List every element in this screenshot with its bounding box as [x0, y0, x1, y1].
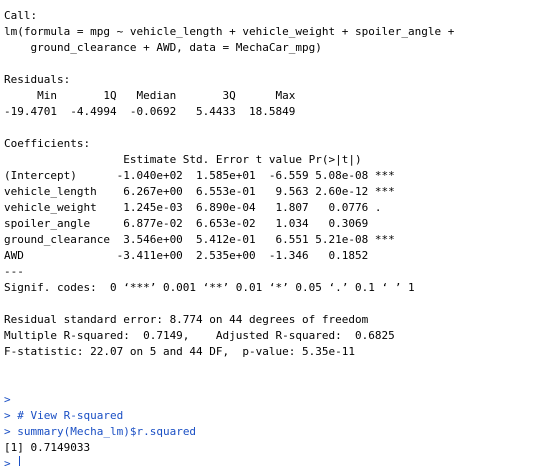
prompt-symbol: >: [4, 409, 18, 422]
separator: ---: [4, 265, 24, 278]
prompt-symbol: >: [4, 393, 11, 406]
residuals-values: -19.4701 -4.4994 -0.0692 5.4433 18.5849: [4, 105, 303, 118]
residual-standard-error: Residual standard error: 8.774 on 44 deg…: [4, 313, 369, 326]
prompt-summary: > summary(Mecha_lm)$r.squared: [4, 424, 556, 440]
signif-codes: Signif. codes: 0 ‘***’ 0.001 ‘**’ 0.01 ‘…: [4, 281, 415, 294]
comment-command: # View R-squared: [17, 409, 124, 422]
text-cursor: [19, 456, 21, 466]
coef-row-intercept: (Intercept) -1.040e+02 1.585e+01 -6.559 …: [4, 169, 395, 182]
prompt-symbol: >: [4, 457, 18, 466]
prompt-symbol: >: [4, 425, 18, 438]
call-line-1: lm(formula = mpg ~ vehicle_length + vehi…: [4, 25, 455, 38]
prompt-empty: >: [4, 392, 556, 408]
coef-row-awd: AWD -3.411e+00 2.535e+00 -1.346 0.1852: [4, 249, 395, 262]
r-squared-result: [1] 0.7149033: [4, 441, 91, 454]
call-line-2: ground_clearance + AWD, data = MechaCar_…: [4, 41, 322, 54]
coef-row-vehicle-weight: vehicle_weight 1.245e-03 6.890e-04 1.807…: [4, 201, 395, 214]
coef-row-spoiler-angle: spoiler_angle 6.877e-02 6.653e-02 1.034 …: [4, 217, 395, 230]
prompt-comment: > # View R-squared: [4, 408, 556, 424]
call-header: Call:: [4, 9, 38, 22]
r-console[interactable]: Call: lm(formula = mpg ~ vehicle_length …: [0, 0, 556, 466]
coef-row-vehicle-length: vehicle_length 6.267e+00 6.553e-01 9.563…: [4, 185, 395, 198]
residuals-columns: Min 1Q Median 3Q Max: [4, 89, 303, 102]
f-statistic-line: F-statistic: 22.07 on 5 and 44 DF, p-val…: [4, 345, 355, 358]
summary-command: summary(Mecha_lm)$r.squared: [17, 425, 197, 438]
coefficients-header: Coefficients:: [4, 137, 91, 150]
coef-row-ground-clearance: ground_clearance 3.546e+00 5.412e-01 6.5…: [4, 233, 395, 246]
residuals-header: Residuals:: [4, 73, 71, 86]
r-squared-line: Multiple R-squared: 0.7149, Adjusted R-s…: [4, 329, 402, 342]
coefficients-columns: Estimate Std. Error t value Pr(>|t|): [4, 153, 389, 166]
active-prompt[interactable]: >: [4, 456, 556, 466]
